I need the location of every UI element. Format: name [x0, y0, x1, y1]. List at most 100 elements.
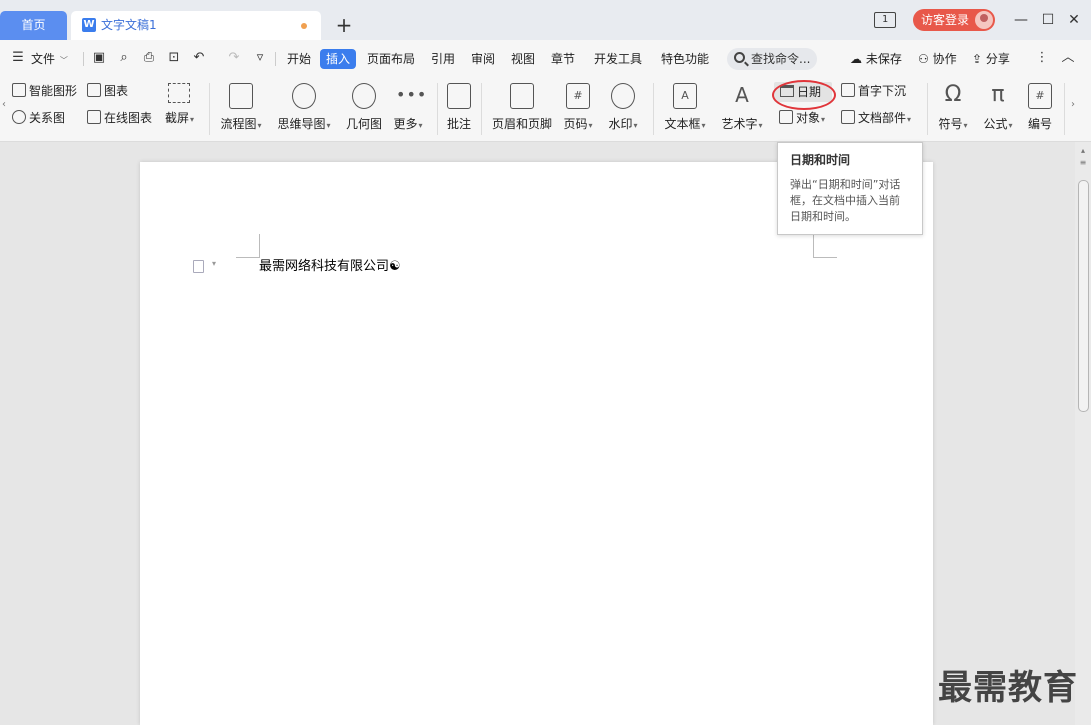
more-dots-icon: ••• [396, 85, 428, 104]
file-menu[interactable]: 文件 ﹀ [31, 49, 68, 69]
paragraph-handle-icon[interactable] [193, 260, 204, 273]
tab-review[interactable]: 审阅 [471, 49, 495, 69]
screenshot-icon [168, 83, 190, 103]
geometry-button[interactable]: 几何图 [343, 81, 385, 137]
online-chart-button[interactable]: 在线图表 [87, 109, 152, 127]
document-tab[interactable]: W 文字文稿1 [71, 11, 321, 40]
dropcap-icon [841, 83, 855, 97]
object-icon [779, 110, 793, 124]
watermark-icon [611, 83, 635, 109]
tooltip-body: 弹出“日期和时间”对话框，在文档中插入当前日期和时间。 [790, 178, 901, 223]
quick-access-dropdown-icon[interactable]: ▿ [252, 50, 268, 66]
login-label: 访客登录 [921, 13, 970, 27]
geometry-icon [352, 83, 376, 109]
numbering-icon: # [1028, 83, 1052, 109]
bar-chart-icon [87, 83, 101, 97]
command-search-input[interactable]: 查找命令... [727, 48, 817, 70]
undo-icon[interactable]: ↶ [191, 50, 207, 66]
brand-watermark: 最需教育 [938, 668, 1078, 708]
scroll-ribbon-left-icon[interactable]: ‹ [2, 99, 6, 110]
page-number-button[interactable]: # 页码▾ [561, 81, 595, 137]
visitor-login-button[interactable]: 访客登录 [913, 9, 995, 31]
more-options-icon[interactable]: ⋮ [1034, 50, 1050, 66]
writer-doc-icon: W [82, 18, 96, 32]
flowchart-icon [229, 83, 253, 109]
print-icon[interactable]: ⎙ [141, 50, 157, 66]
screenshot-button[interactable]: 截屏▾ [165, 109, 194, 127]
margin-corner-left [259, 234, 260, 258]
pi-icon: π [991, 82, 1005, 107]
watermark-button[interactable]: 水印▾ [606, 81, 640, 137]
redo-icon[interactable]: ↷ [226, 50, 242, 66]
margin-corner-right-h [813, 257, 837, 258]
tab-view[interactable]: 视图 [511, 49, 535, 69]
chart-button[interactable]: 图表 [87, 82, 128, 100]
tab-start[interactable]: 开始 [287, 49, 311, 69]
header-footer-button[interactable]: 页眉和页脚 [490, 81, 554, 137]
margin-corner-right [813, 234, 814, 258]
comment-icon [447, 83, 471, 109]
dropcap-button[interactable]: 首字下沉 [841, 82, 906, 100]
scrollbar-thumb[interactable] [1078, 180, 1089, 412]
unsaved-dot-icon [301, 23, 307, 29]
vertical-scrollbar[interactable]: ▴ ≡ [1075, 142, 1091, 725]
tab-page-layout[interactable]: 页面布局 [367, 49, 415, 69]
unsaved-status[interactable]: ☁ 未保存 [850, 49, 902, 69]
menu-bar: ☰ 文件 ﹀ ▣ ⌕ ⎙ ⊡ ↶ ↷ ▿ 开始 插入 页面布局 引用 审阅 视图… [0, 40, 1091, 77]
home-tab[interactable]: 首页 [0, 11, 67, 40]
scroll-ribbon-right-icon[interactable]: › [1071, 99, 1075, 110]
date-tooltip: 日期和时间 弹出“日期和时间”对话框，在文档中插入当前日期和时间。 [777, 142, 923, 235]
wordart-icon: A [735, 83, 749, 107]
numbering-button[interactable]: # 编号 [1024, 81, 1056, 137]
date-highlight-ring [772, 80, 836, 110]
flowchart-button[interactable]: 流程图▾ [217, 81, 265, 137]
doc-parts-icon [841, 110, 855, 124]
paragraph-handle-caret-icon[interactable]: ▾ [212, 259, 216, 268]
save-icon[interactable]: ▣ [91, 50, 107, 66]
formula-button[interactable]: π 公式▾ [980, 81, 1016, 137]
new-tab-plus-icon[interactable]: + [333, 12, 355, 38]
title-bar: 首页 W 文字文稿1 + 1 访客登录 — ☐ ✕ [0, 0, 1091, 40]
minimize-icon[interactable]: — [1011, 10, 1031, 30]
close-icon[interactable]: ✕ [1064, 10, 1084, 30]
tab-chapter[interactable]: 章节 [551, 49, 575, 69]
document-body-text[interactable]: 最需网络科技有限公司☯ [259, 258, 401, 276]
wordart-button[interactable]: A 艺术字▾ [718, 81, 766, 137]
tooltip-title: 日期和时间 [790, 153, 851, 167]
smart-shape-icon [12, 83, 26, 97]
tab-special-features[interactable]: 特色功能 [661, 49, 709, 69]
collapse-ribbon-icon[interactable]: ︿ [1060, 50, 1076, 66]
textbox-button[interactable]: A 文本框▾ [661, 81, 709, 137]
avatar [975, 11, 993, 29]
page-number-icon: # [566, 83, 590, 109]
symbol-button[interactable]: Ω 符号▾ [935, 81, 971, 137]
hamburger-menu-icon[interactable]: ☰ [10, 50, 26, 66]
smart-shape-button[interactable]: 智能图形 [12, 82, 77, 100]
share-button[interactable]: ⇪ 分享 [972, 49, 1010, 69]
object-button[interactable]: 对象▾ [779, 109, 825, 127]
mindmap-button[interactable]: 思维导图▾ [275, 81, 333, 137]
tab-developer[interactable]: 开发工具 [594, 49, 642, 69]
format-painter-icon[interactable]: ⌕ [116, 50, 132, 66]
scroll-up-icon[interactable]: ▴ [1078, 146, 1088, 156]
comment-button[interactable]: 批注 [444, 81, 474, 137]
tab-insert[interactable]: 插入 [320, 49, 357, 69]
textbox-icon: A [673, 83, 697, 109]
omega-icon: Ω [944, 82, 962, 107]
collaborate-button[interactable]: ⚇ 协作 [918, 49, 957, 69]
mindmap-icon [292, 83, 316, 109]
search-icon [734, 52, 745, 63]
more-button[interactable]: ••• 更多▾ [390, 81, 426, 137]
relation-chart-icon [12, 110, 26, 124]
relation-chart-button[interactable]: 关系图 [12, 109, 65, 127]
online-chart-icon [87, 110, 101, 124]
margin-corner-left-h [236, 257, 260, 258]
tab-reference[interactable]: 引用 [431, 49, 455, 69]
doc-parts-button[interactable]: 文档部件▾ [841, 109, 911, 127]
maximize-icon[interactable]: ☐ [1038, 10, 1058, 30]
scroll-up-page-icon[interactable]: ≡ [1078, 158, 1088, 168]
document-tab-title: 文字文稿1 [101, 18, 157, 32]
window-count-icon[interactable]: 1 [874, 12, 896, 28]
print-preview-icon[interactable]: ⊡ [166, 50, 182, 66]
header-footer-icon [510, 83, 534, 109]
